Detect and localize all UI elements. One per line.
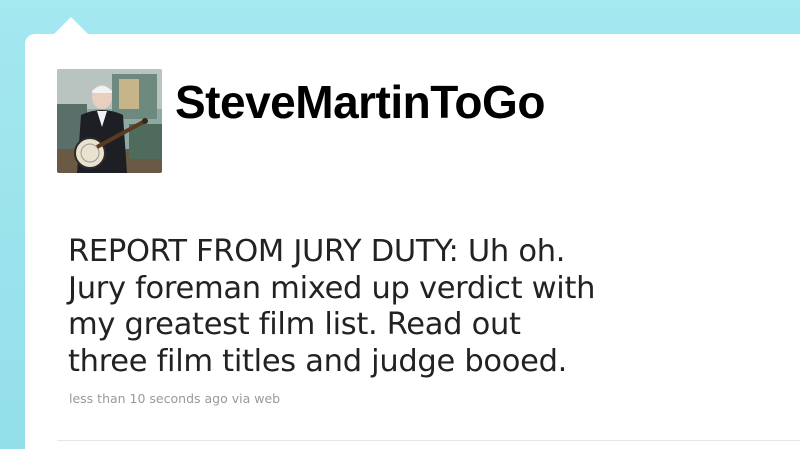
avatar-image <box>57 69 162 173</box>
tweet-meta: less than 10 seconds ago via web <box>69 391 280 406</box>
tweet-text-line: three film titles and judge booed. <box>68 343 568 379</box>
tweet-text-line: REPORT FROM JURY DUTY: Uh oh. <box>68 234 566 269</box>
tweet-text: REPORT FROM JURY DUTY: Uh oh. Jury forem… <box>68 234 768 380</box>
via-label: via <box>231 391 251 406</box>
screen-name[interactable]: SteveMartinToGo <box>175 74 545 130</box>
tweet-timestamp[interactable]: less than 10 seconds ago <box>69 391 228 406</box>
avatar[interactable] <box>57 69 162 173</box>
tweet-text-line: my greatest film list. Read out <box>68 307 521 342</box>
tweet-text-line: Jury foreman mixed up verdict with <box>68 270 596 306</box>
divider <box>57 440 800 441</box>
tweet-source[interactable]: web <box>254 391 280 406</box>
card-pointer <box>54 17 88 34</box>
